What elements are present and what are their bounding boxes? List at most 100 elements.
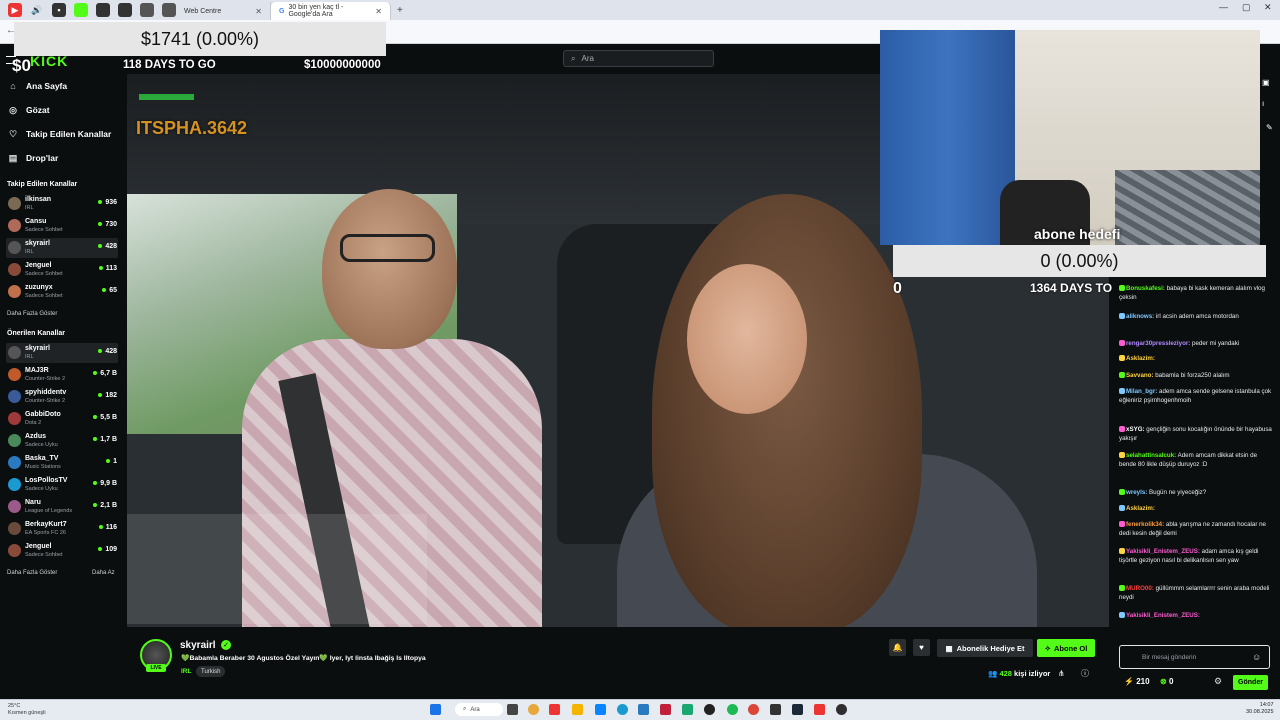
taskbar-app-icon[interactable] (595, 704, 606, 715)
spotify-icon[interactable] (727, 704, 738, 715)
sidebar-channel[interactable]: ilkinsan IRL 936 (6, 194, 118, 214)
chat-username[interactable]: Milan_bgr: (1126, 388, 1157, 395)
stream-tag[interactable]: Turkish (196, 666, 226, 677)
new-tab-button[interactable]: + (397, 5, 403, 16)
bell-icon: 🔔 (892, 643, 903, 652)
badge-icon (1119, 285, 1125, 291)
sidebar-item-following[interactable]: ♡ Takip Edilen Kanallar (8, 129, 111, 140)
chat-username[interactable]: wreyls: (1126, 489, 1147, 496)
chat-username[interactable]: Asklazim: (1126, 505, 1155, 512)
system-clock[interactable]: 14:07 30.08.2025 (1246, 702, 1274, 716)
sidebar-item-browse[interactable]: ◎ Gözat (8, 105, 50, 116)
followed-show-more-link[interactable]: Daha Fazla Göster (7, 311, 57, 317)
clock-date: 30.08.2025 (1246, 709, 1274, 716)
topbar-icon[interactable]: ▣ (1262, 78, 1270, 87)
tab-google-search[interactable]: G 30 bin yen kaç tl - Google'da Ara ✕ (271, 2, 391, 20)
chat-input[interactable]: Bir mesaj gönderin (1119, 645, 1270, 669)
windows-start-icon[interactable] (430, 704, 441, 715)
sidebar-channel[interactable]: Azdus Sadece Uyku 1,7 B (6, 431, 118, 451)
sidebar-channel[interactable]: zuzunyx Sadece Sohbet 65 (6, 282, 118, 302)
channel-name: ilkinsan (25, 196, 52, 203)
close-icon[interactable]: ✕ (365, 7, 382, 16)
sidebar-channel[interactable]: Baska_TV Music Stations 1 (6, 453, 118, 473)
taskbar-app-icon[interactable] (638, 704, 649, 715)
kick-tab-icon[interactable] (74, 3, 88, 17)
tab-icon[interactable] (162, 3, 176, 17)
folder-icon[interactable] (572, 704, 583, 715)
gift-sub-button[interactable]: ▦ Abonelik Hediye Et (937, 639, 1033, 657)
send-button[interactable]: Gönder (1233, 675, 1268, 690)
sidebar-channel[interactable]: MAJ3R Counter-Strike 2 6,7 B (6, 365, 118, 385)
coin-icon: ⊗ (1160, 677, 1167, 686)
chat-username[interactable]: Savvano: (1126, 372, 1154, 379)
taskbar-app-icon[interactable] (549, 704, 560, 715)
weather-widget[interactable]: 25°C Kısmen güneşli (8, 703, 46, 716)
sidebar-channel[interactable]: Cansu Sadece Sohbet 730 (6, 216, 118, 236)
chat-username[interactable]: Asklazim: (1126, 355, 1155, 362)
sidebar-channel[interactable]: Naru League of Legends 2,1 B (6, 497, 118, 517)
share-icon[interactable]: ⋔ (1058, 669, 1065, 678)
info-icon[interactable]: ⓘ (1081, 668, 1089, 679)
sidebar-channel[interactable]: skyrairl IRL 428 (6, 238, 118, 258)
sidebar-channel[interactable]: Jenguel Sadece Sohbet 113 (6, 260, 118, 280)
bits-counter[interactable]: ⊗ 0 (1160, 677, 1173, 686)
sidebar-item-drops[interactable]: ▤ Drop'lar (8, 153, 59, 164)
edge-icon[interactable] (617, 704, 628, 715)
taskbar-app-icon[interactable] (704, 704, 715, 715)
tab-icon[interactable]: ▪ (52, 3, 66, 17)
sidebar-channel[interactable]: skyrairl IRL 428 (6, 343, 118, 363)
recommended-show-more-link[interactable]: Daha Fazla Göster (7, 570, 57, 576)
maximize-icon[interactable]: ▢ (1242, 2, 1251, 13)
chrome-icon[interactable] (748, 704, 759, 715)
notification-bell-button[interactable]: 🔔 (889, 639, 906, 656)
obs-icon[interactable] (836, 704, 847, 715)
sidebar-channel[interactable]: Jenguel Sadece Sohbet 109 (6, 541, 118, 561)
pencil-icon[interactable]: ✎ (1266, 123, 1273, 132)
chat-username[interactable]: Yakisikli_Enistem_ZEUS: (1126, 612, 1200, 619)
tab-web-centre[interactable]: Web Centre ✕ (176, 2, 271, 20)
chat-username[interactable]: rengar30pressleziyor: (1126, 340, 1190, 347)
recommended-show-less-link[interactable]: Daha Az (92, 570, 115, 576)
chat-username[interactable]: MURO00: (1126, 585, 1154, 592)
gift-label: Abonelik Hediye Et (956, 643, 1025, 653)
sidebar-item-home[interactable]: ⌂ Ana Sayfa (8, 81, 67, 91)
chat-username[interactable]: Yakisikli_Enistem_ZEUS: (1126, 548, 1200, 555)
topbar-icon[interactable]: ı (1262, 99, 1264, 108)
emoji-icon[interactable]: ☺ (1252, 652, 1261, 662)
sidebar-channel[interactable]: GabbiDoto Dota 2 5,5 B (6, 409, 118, 429)
taskbar-app-icon[interactable] (682, 704, 693, 715)
gear-icon[interactable]: ⚙ (1214, 676, 1222, 687)
chat-username[interactable]: xSYG: (1126, 426, 1145, 433)
chat-username[interactable]: Bonuskafesi: (1126, 285, 1165, 292)
steam-icon[interactable] (792, 704, 803, 715)
chat-username[interactable]: aliknows: (1126, 313, 1154, 320)
search-input[interactable]: ⌕ Ara (563, 50, 714, 67)
chat-username[interactable]: selahattinsalcuk: (1126, 452, 1176, 459)
taskbar-app-icon[interactable] (660, 704, 671, 715)
taskbar-app-icon[interactable] (770, 704, 781, 715)
tab-icon[interactable] (118, 3, 132, 17)
youtube-tab-icon[interactable]: ▶ (8, 3, 22, 17)
tab-icon[interactable] (96, 3, 110, 17)
close-window-icon[interactable]: ✕ (1264, 2, 1272, 13)
streamer-name[interactable]: skyrairl (180, 640, 216, 651)
follow-button[interactable]: ♥ (913, 639, 930, 656)
sidebar-channel[interactable]: spyhiddentv Counter-Strike 2 182 (6, 387, 118, 407)
tab-icon[interactable] (140, 3, 154, 17)
subscribe-button[interactable]: ✧ Abone Ol (1037, 639, 1095, 657)
sidebar-channel[interactable]: LosPollosTV Sadece Uyku 9,9 B (6, 475, 118, 495)
channel-points[interactable]: ⚡ 210 (1124, 677, 1150, 686)
audio-tab-icon[interactable]: 🔊 (30, 3, 44, 17)
viewer-number: 936 (105, 199, 117, 206)
viewer-number: 6,7 B (100, 370, 117, 377)
taskbar-search[interactable]: ⌕ Ara (455, 703, 503, 716)
stream-category[interactable]: IRL (181, 668, 191, 675)
task-view-icon[interactable] (507, 704, 518, 715)
minimize-icon[interactable]: — (1219, 2, 1228, 12)
chat-message: Yakisikli_Enistem_ZEUS: adam amca kış ge… (1119, 548, 1275, 566)
chat-username[interactable]: fenerkolik34: (1126, 521, 1164, 528)
taskbar-app-icon[interactable] (528, 704, 539, 715)
taskbar-app-icon[interactable] (814, 704, 825, 715)
sidebar-channel[interactable]: BerkayKurt7 EA Sports FC 26 116 (6, 519, 118, 539)
close-icon[interactable]: ✕ (245, 7, 262, 16)
